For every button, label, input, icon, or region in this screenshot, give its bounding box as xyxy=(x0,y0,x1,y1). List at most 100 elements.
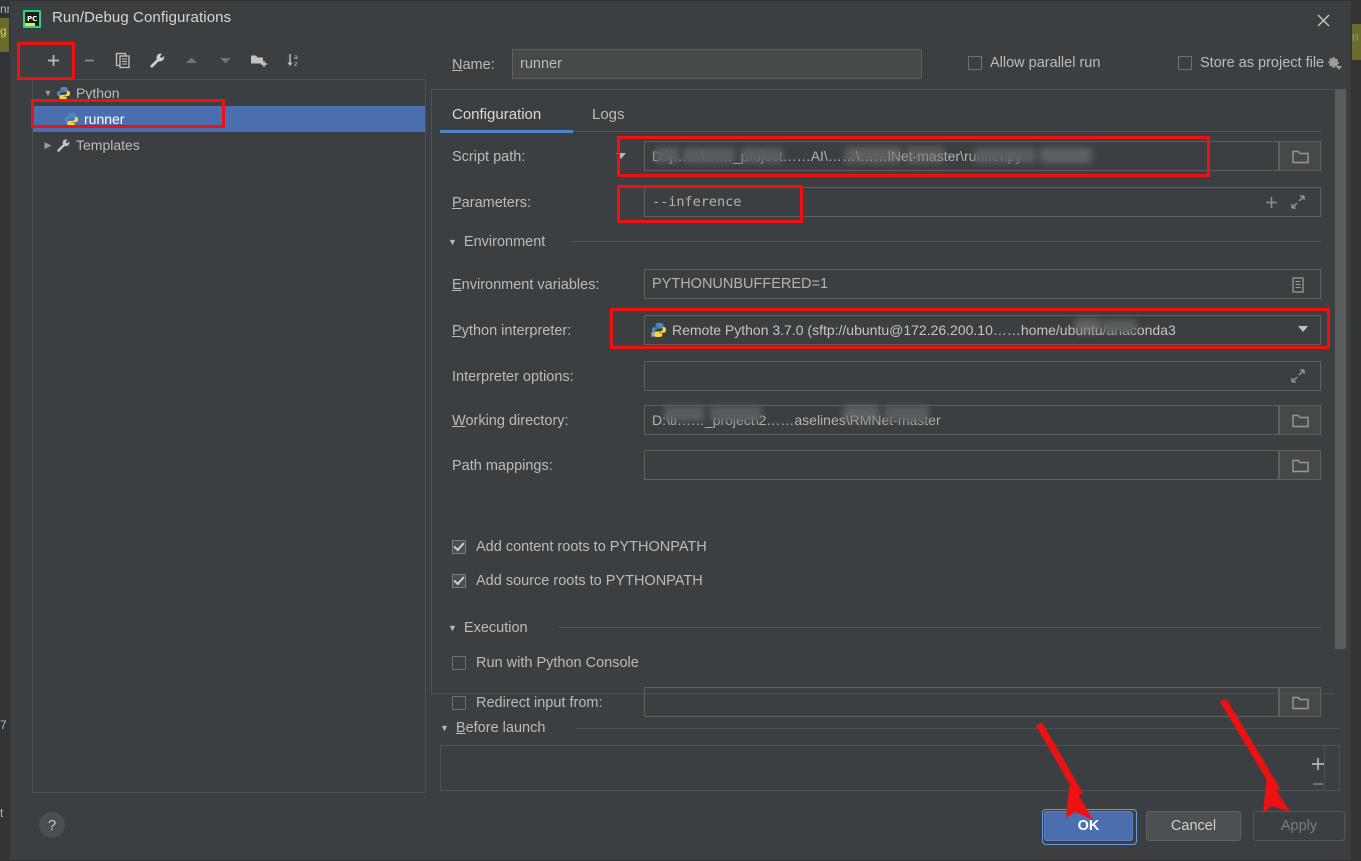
environment-variables-value: PYTHONUNBUFFERED=1 xyxy=(652,276,829,292)
name-input-value: runner xyxy=(520,56,562,72)
redaction-blur xyxy=(710,406,762,421)
section-triangle-icon[interactable]: ▼ xyxy=(440,723,449,733)
tree-node-runner[interactable]: runner xyxy=(33,106,425,132)
environment-variables-input[interactable]: PYTHONUNBUFFERED=1 xyxy=(644,269,1321,299)
working-directory-label: Working directory: xyxy=(452,413,569,429)
parameters-value: --inference xyxy=(652,194,742,210)
environment-variables-label: Environment variables: xyxy=(452,277,600,293)
tab-logs[interactable]: Logs xyxy=(592,97,625,131)
checkbox-box[interactable] xyxy=(452,574,466,588)
working-directory-browse-button[interactable] xyxy=(1279,405,1321,435)
configuration-tabs: Configuration Logs xyxy=(440,97,1345,133)
list-edit-icon[interactable] xyxy=(1289,276,1307,294)
checkbox-box[interactable] xyxy=(1178,56,1192,70)
gear-icon[interactable] xyxy=(1325,55,1342,76)
sort-configurations-button[interactable]: a z xyxy=(280,45,310,75)
script-path-label: Script path: xyxy=(452,149,526,165)
redirect-input-field[interactable] xyxy=(644,687,1279,717)
ok-button[interactable]: OK xyxy=(1044,811,1133,841)
tab-configuration[interactable]: Configuration xyxy=(452,97,541,131)
parameters-expand-icon[interactable] xyxy=(1290,194,1306,210)
cancel-button[interactable]: Cancel xyxy=(1146,811,1241,841)
checkbox-box[interactable] xyxy=(968,56,982,70)
path-mappings-browse-button[interactable] xyxy=(1279,450,1321,480)
python-interpreter-dropdown[interactable]: R Remote Python 3.7.0 (sftp://ubuntu@172… xyxy=(644,315,1321,345)
before-launch-task-list[interactable] xyxy=(440,745,1325,791)
store-as-project-file-checkbox[interactable]: Store as project file xyxy=(1178,55,1324,71)
chevron-down-icon[interactable] xyxy=(1296,324,1310,334)
wrench-icon xyxy=(55,137,72,154)
panel-border-left xyxy=(431,89,432,693)
run-debug-configurations-dialog: PC Run/Debug Configurations a z ▼ Python… xyxy=(9,0,1352,861)
tree-node-python[interactable]: ▼ Python xyxy=(33,80,425,106)
remove-task-button[interactable] xyxy=(1307,777,1329,791)
section-triangle-icon[interactable]: ▼ xyxy=(448,623,457,633)
parameters-input[interactable]: --inference xyxy=(644,187,1321,217)
apply-button[interactable]: Apply xyxy=(1253,811,1345,841)
copy-configuration-button[interactable] xyxy=(108,45,138,75)
script-path-input[interactable]: D:\j……\……_project……AI\……\……lNet-master\r… xyxy=(644,141,1279,171)
add-task-button[interactable] xyxy=(1307,753,1329,775)
edit-templates-button[interactable] xyxy=(142,45,172,75)
run-with-python-console-label: Run with Python Console xyxy=(476,655,639,671)
configurations-toolbar: a z xyxy=(32,45,424,79)
script-path-browse-button[interactable] xyxy=(1279,141,1321,171)
environment-section-label: Environment xyxy=(463,234,546,250)
python-icon xyxy=(55,85,72,102)
tree-node-label: runner xyxy=(84,111,125,127)
redaction-blur xyxy=(906,147,944,163)
checkbox-box[interactable] xyxy=(452,696,466,710)
redirect-input-browse-button[interactable] xyxy=(1279,687,1321,717)
add-content-roots-checkbox[interactable]: Add content roots to PYTHONPATH xyxy=(452,539,707,555)
tree-node-label: Templates xyxy=(76,137,140,153)
help-icon[interactable]: ? xyxy=(39,812,65,838)
tree-node-templates[interactable]: ▶ Templates xyxy=(33,132,425,158)
path-mappings-input[interactable] xyxy=(644,450,1279,480)
collapse-triangle-icon[interactable]: ▶ xyxy=(41,140,55,151)
run-with-python-console-checkbox[interactable]: Run with Python Console xyxy=(452,655,639,671)
add-source-roots-label: Add source roots to PYTHONPATH xyxy=(476,573,703,589)
tab-label: Configuration xyxy=(452,105,542,123)
allow-parallel-run-checkbox[interactable]: Allow parallel run xyxy=(968,55,1100,71)
interpreter-options-input[interactable] xyxy=(644,361,1321,391)
redaction-blur xyxy=(1040,148,1092,163)
name-input[interactable]: runner xyxy=(512,49,922,79)
chevron-down-icon[interactable] xyxy=(615,151,627,161)
folder-browse-icon xyxy=(1291,414,1309,427)
add-content-roots-label: Add content roots to PYTHONPATH xyxy=(476,539,707,555)
redaction-blur xyxy=(741,148,783,163)
ide-right-gutter xyxy=(1352,0,1361,861)
move-up-button[interactable] xyxy=(176,45,206,75)
execution-section-header[interactable]: ▼ Execution xyxy=(448,620,528,636)
close-icon[interactable] xyxy=(1303,5,1343,35)
parameters-add-macro-icon[interactable] xyxy=(1263,194,1279,210)
parameters-label: Parameters: xyxy=(452,195,531,211)
svg-text:z: z xyxy=(294,60,298,68)
panel-border-top xyxy=(431,89,1345,90)
active-tab-indicator xyxy=(440,130,573,133)
interpreter-options-expand-icon[interactable] xyxy=(1290,368,1306,384)
checkbox-box[interactable] xyxy=(452,540,466,554)
configuration-scrollbar-thumb[interactable] xyxy=(1335,89,1346,649)
python-interpreter-label: Python interpreter: xyxy=(452,323,572,339)
folder-browse-icon xyxy=(1291,150,1309,163)
add-source-roots-checkbox[interactable]: Add source roots to PYTHONPATH xyxy=(452,573,703,589)
redaction-blur xyxy=(885,406,929,421)
environment-section-header[interactable]: ▼ Environment xyxy=(448,234,545,250)
move-down-button[interactable] xyxy=(210,45,240,75)
before-launch-section-header[interactable]: ▼ Before launch xyxy=(440,720,545,736)
checkbox-box[interactable] xyxy=(452,656,466,670)
section-triangle-icon[interactable]: ▼ xyxy=(448,237,457,247)
panel-divider xyxy=(431,693,1345,694)
dialog-titlebar: PC Run/Debug Configurations xyxy=(10,1,1351,37)
redirect-input-checkbox[interactable]: Redirect input from: xyxy=(452,695,603,711)
expand-triangle-icon[interactable]: ▼ xyxy=(41,88,55,98)
new-folder-button[interactable] xyxy=(244,45,274,75)
tree-node-label: Python xyxy=(76,85,120,101)
configurations-tree[interactable]: ▼ Python runner ▶ Templates xyxy=(32,79,426,793)
tab-label: Logs xyxy=(592,105,625,123)
remove-configuration-button[interactable] xyxy=(74,45,104,75)
execution-section-label: Execution xyxy=(463,620,528,636)
add-configuration-button[interactable] xyxy=(38,45,68,75)
configuration-form: Script path: D:\j……\……_project……AI\……\……… xyxy=(440,137,1321,737)
